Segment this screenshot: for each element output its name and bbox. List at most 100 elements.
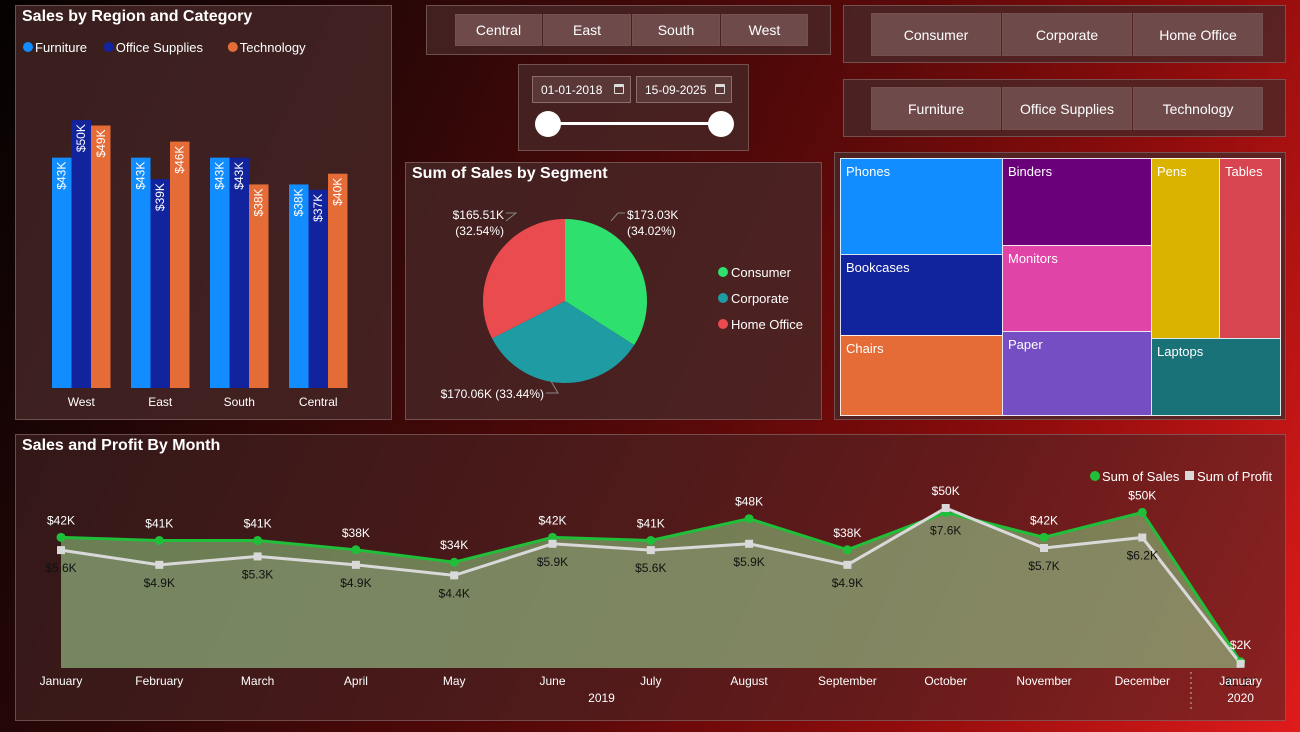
start-date-input[interactable]: 01-01-2018: [532, 76, 631, 103]
sales-point[interactable]: [744, 514, 754, 524]
profit-point[interactable]: [1138, 533, 1147, 542]
profit-point[interactable]: [450, 571, 459, 580]
x-tick-label: South: [224, 395, 255, 409]
profit-data-label: $4.9K: [832, 576, 863, 590]
bar-west-technology[interactable]: [91, 125, 111, 389]
legend-label: Office Supplies: [116, 40, 204, 55]
legend-item-furniture[interactable]: Furniture: [23, 40, 87, 55]
treemap-cell-pens[interactable]: Pens: [1151, 158, 1220, 339]
region-button-west[interactable]: West: [721, 14, 808, 46]
start-date-handle[interactable]: [535, 111, 561, 137]
pie-leader-line: [610, 212, 625, 222]
legend-item-sum-of-profit[interactable]: Sum of Profit: [1185, 469, 1273, 484]
x-tick-label: April: [344, 674, 368, 688]
bar-west-furniture[interactable]: [52, 157, 72, 388]
sales-point[interactable]: [56, 532, 66, 542]
bar-data-label: $39K: [153, 183, 167, 211]
profit-point[interactable]: [843, 560, 852, 569]
sales-point[interactable]: [154, 535, 164, 545]
region-button-east[interactable]: East: [543, 14, 631, 46]
sales-data-label: $50K: [1128, 488, 1156, 502]
profit-point[interactable]: [351, 560, 360, 569]
pie-data-label: $173.03K: [627, 208, 678, 222]
sales-data-label: $48K: [735, 495, 763, 509]
bar-west-office-supplies[interactable]: [71, 120, 92, 389]
profit-point[interactable]: [1040, 544, 1048, 552]
region-button-central[interactable]: Central: [455, 14, 542, 46]
category-button-office-supplies[interactable]: Office Supplies: [1002, 87, 1132, 130]
bar-east-furniture[interactable]: [131, 157, 151, 388]
profit-point[interactable]: [253, 552, 262, 561]
treemap-cell-paper[interactable]: Paper: [1002, 331, 1152, 416]
treemap-cell-chairs[interactable]: Chairs: [840, 335, 1003, 416]
profit-data-label: $5.3K: [242, 567, 273, 581]
bar-south-furniture[interactable]: [210, 157, 230, 388]
sales-point[interactable]: [1039, 532, 1049, 542]
legend-item-technology[interactable]: Technology: [227, 40, 306, 55]
legend-marker: [1185, 471, 1194, 480]
bar-east-technology[interactable]: [170, 141, 190, 388]
segment-button-corporate[interactable]: Corporate: [1002, 13, 1132, 56]
legend-label: Technology: [240, 40, 306, 55]
year-label: 2019: [588, 691, 615, 705]
legend-item-consumer[interactable]: Consumer: [718, 265, 792, 280]
legend-marker: [718, 319, 728, 329]
treemap-cell-binders[interactable]: Binders: [1002, 158, 1152, 246]
legend-item-corporate[interactable]: Corporate: [718, 291, 789, 306]
sales-data-label: $41K: [145, 516, 173, 530]
sales-point[interactable]: [842, 545, 852, 555]
segment-button-consumer[interactable]: Consumer: [871, 13, 1001, 56]
profit-point[interactable]: [155, 560, 164, 569]
treemap-cell-laptops[interactable]: Laptops: [1151, 338, 1281, 416]
category-button-technology[interactable]: Technology: [1133, 87, 1263, 130]
calendar-icon[interactable]: [614, 84, 624, 94]
profit-point[interactable]: [745, 539, 754, 548]
legend-label: Corporate: [731, 291, 789, 306]
category-button-furniture[interactable]: Furniture: [871, 87, 1001, 130]
x-tick-label: August: [730, 674, 768, 688]
legend-label: Furniture: [35, 40, 87, 55]
profit-point[interactable]: [548, 539, 557, 548]
treemap-cell-bookcases[interactable]: Bookcases: [840, 254, 1003, 336]
treemap-panel: Phones Binders Pens Tables Bookcases Mon…: [834, 152, 1286, 420]
bar-south-office-supplies[interactable]: [229, 157, 250, 388]
profit-point[interactable]: [646, 546, 655, 555]
category-slicer: Furniture Office Supplies Technology: [843, 79, 1286, 137]
sales-point[interactable]: [1137, 507, 1147, 517]
pie-data-label: (34.02%): [627, 224, 676, 238]
legend-item-office-supplies[interactable]: Office Supplies: [103, 40, 204, 55]
sales-data-label: $41K: [637, 516, 665, 530]
sales-point[interactable]: [351, 545, 361, 555]
profit-data-label: $6.2K: [1127, 548, 1158, 562]
calendar-icon[interactable]: [715, 84, 725, 94]
end-date-handle[interactable]: [708, 111, 734, 137]
legend-marker: [718, 293, 728, 303]
legend-item-sum-of-sales[interactable]: Sum of Sales: [1090, 469, 1180, 484]
treemap-cell-phones[interactable]: Phones: [840, 158, 1003, 255]
legend-label: Sum of Profit: [1197, 469, 1273, 484]
sales-point[interactable]: [449, 557, 459, 567]
bar-chart-panel: Sales by Region and Category Furniture Of…: [15, 5, 392, 420]
profit-point[interactable]: [1236, 659, 1245, 668]
legend-item-home-office[interactable]: Home Office: [718, 317, 803, 332]
treemap-cell-tables[interactable]: Tables: [1219, 158, 1281, 339]
x-tick-label: March: [241, 674, 274, 688]
profit-point[interactable]: [941, 504, 950, 512]
profit-point[interactable]: [57, 546, 65, 555]
bar-data-label: $43K: [55, 162, 69, 190]
region-slicer: Central East South West: [426, 5, 831, 55]
treemap-label-binders: Binders: [1008, 164, 1053, 179]
region-button-south[interactable]: South: [632, 14, 720, 46]
treemap-cell-monitors[interactable]: Monitors: [1002, 245, 1152, 332]
sales-data-label: $38K: [833, 526, 861, 540]
sales-point[interactable]: [253, 535, 263, 545]
treemap-label-tables: Tables: [1225, 164, 1263, 179]
bar-data-label: $49K: [94, 130, 108, 158]
sales-point[interactable]: [646, 535, 656, 545]
end-date-input[interactable]: 15-09-2025: [636, 76, 732, 103]
bar-data-label: $50K: [74, 124, 88, 152]
profit-data-label: $5.7K: [1028, 559, 1059, 573]
x-tick-label: July: [640, 674, 661, 688]
x-tick-label: February: [135, 674, 183, 688]
segment-button-home-office[interactable]: Home Office: [1133, 13, 1263, 56]
